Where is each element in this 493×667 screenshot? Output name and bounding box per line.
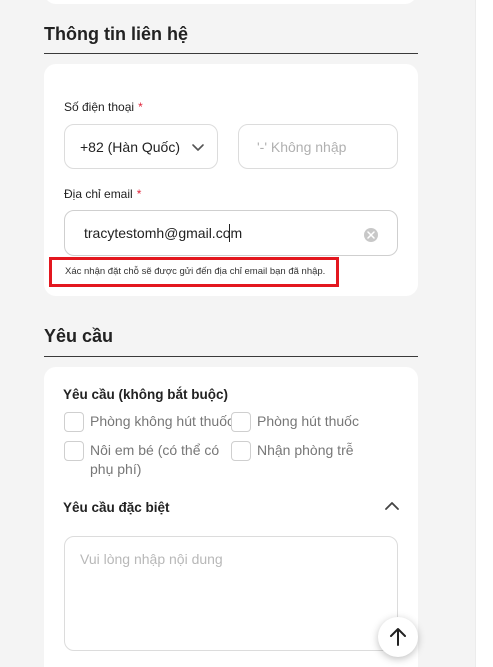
option-label-smoking: Phòng hút thuốc xyxy=(257,413,359,429)
email-label: Địa chỉ email * xyxy=(64,187,141,201)
section-divider xyxy=(44,356,418,357)
optional-requests-heading: Yêu cầu (không bắt buộc) xyxy=(63,387,229,402)
checkbox-late-checkin[interactable] xyxy=(231,441,251,461)
option-label-non-smoking: Phòng không hút thuốc xyxy=(90,413,235,429)
checkbox-baby-crib[interactable] xyxy=(64,441,84,461)
chevron-up-icon[interactable] xyxy=(384,500,400,512)
text-cursor xyxy=(229,224,230,242)
special-request-heading: Yêu cầu đặc biệt xyxy=(63,500,170,515)
email-label-text: Địa chỉ email xyxy=(64,187,133,201)
phone-label-text: Số điện thoại xyxy=(64,100,135,114)
checkbox-smoking[interactable] xyxy=(231,412,251,432)
section-divider xyxy=(44,53,418,54)
phone-label: Số điện thoại * xyxy=(64,100,143,114)
email-hint-text: Xác nhận đặt chỗ sẽ được gửi đến địa chỉ… xyxy=(65,266,326,277)
email-input-value: tracytestomh@gmail.com xyxy=(84,225,243,241)
country-code-value: +82 (Hàn Quốc) xyxy=(80,138,180,155)
chevron-down-icon xyxy=(192,144,204,151)
email-hint-highlight: Xác nhận đặt chỗ sẽ được gửi đến địa chỉ… xyxy=(49,257,339,287)
window-scrollbar[interactable] xyxy=(475,0,493,667)
contact-section-title: Thông tin liên hệ xyxy=(44,24,188,44)
option-label-baby-crib: Nôi em bé (có thể có phụ phí) xyxy=(90,442,220,477)
request-section-title: Yêu cầu xyxy=(44,326,114,346)
required-star: * xyxy=(136,187,142,201)
previous-card-bottom xyxy=(44,0,417,4)
phone-number-input[interactable] xyxy=(238,124,398,169)
arrow-up-icon xyxy=(390,628,406,646)
email-input[interactable]: tracytestomh@gmail.com xyxy=(64,210,398,256)
special-request-textarea[interactable] xyxy=(64,536,398,651)
checkbox-non-smoking[interactable] xyxy=(64,412,84,432)
country-code-select[interactable]: +82 (Hàn Quốc) xyxy=(64,124,218,169)
scroll-to-top-button[interactable] xyxy=(378,617,418,657)
required-star: * xyxy=(138,100,143,114)
clear-icon[interactable] xyxy=(364,228,378,242)
page-background: Thông tin liên hệ Số điện thoại * +82 (Hà… xyxy=(0,0,475,667)
option-label-late-checkin: Nhận phòng trễ xyxy=(257,442,354,458)
